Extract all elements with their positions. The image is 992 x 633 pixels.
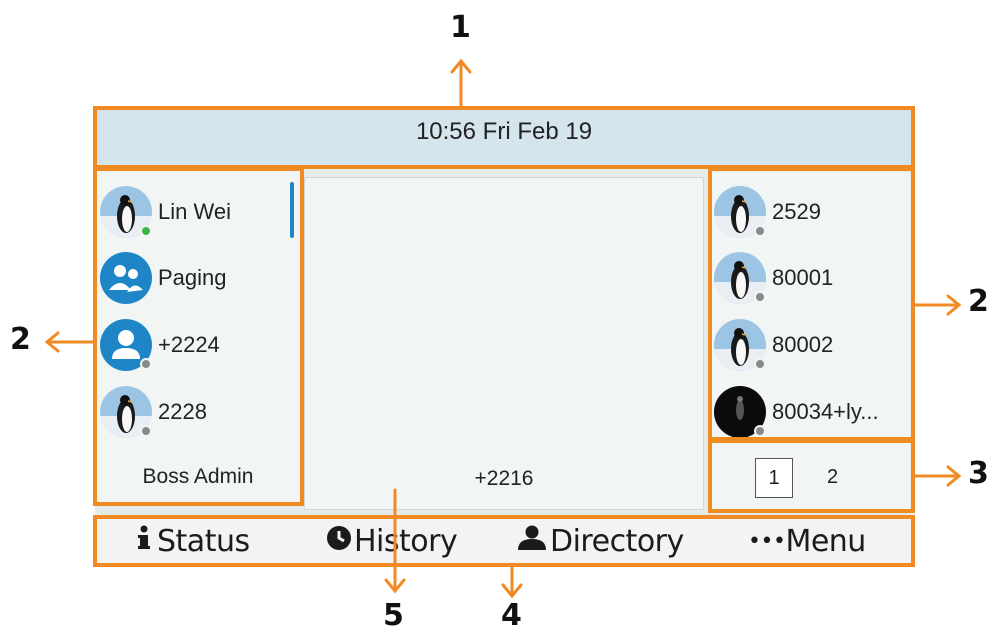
callout-arrows xyxy=(44,58,962,599)
callout-number-2-right: 2 xyxy=(968,284,989,319)
callout-number-1: 1 xyxy=(450,10,471,45)
callout-number-5: 5 xyxy=(383,598,404,633)
callout-number-4: 4 xyxy=(501,598,522,633)
callout-number-2-left: 2 xyxy=(10,322,31,357)
callout-number-3: 3 xyxy=(968,456,989,491)
